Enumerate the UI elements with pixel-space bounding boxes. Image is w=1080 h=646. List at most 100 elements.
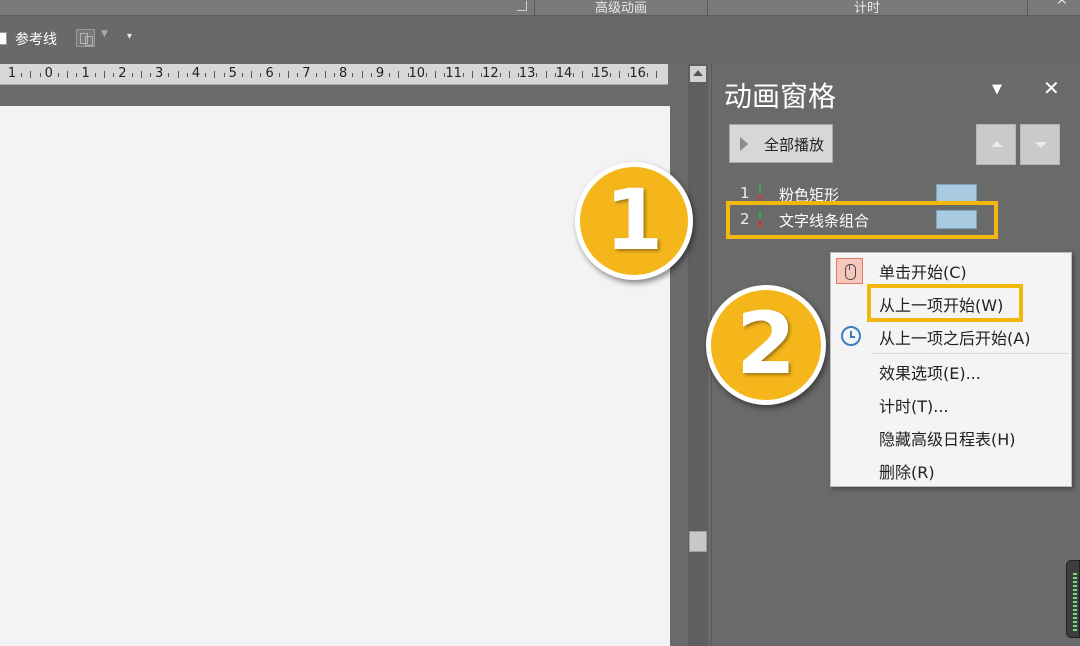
animation-effect-icon xyxy=(759,185,761,202)
menu-item-timing[interactable]: 计时(T)... xyxy=(831,389,1071,419)
close-icon[interactable]: ✕ xyxy=(1043,76,1060,100)
scroll-thumb[interactable] xyxy=(689,531,707,552)
ruler-tick xyxy=(389,73,391,77)
guides-checkbox[interactable] xyxy=(0,32,7,45)
menu-item-hide-advanced-timeline[interactable]: 隐藏高级日程表(H) xyxy=(831,422,1071,452)
highlight-box-item xyxy=(726,201,998,239)
menu-item-label: 隐藏高级日程表(H) xyxy=(879,430,1016,449)
ruler-tick xyxy=(21,73,23,77)
customize-toolbar-icon[interactable]: ▾ xyxy=(127,31,132,42)
menu-item-start-on-click[interactable]: 单击开始(C) xyxy=(831,255,1071,285)
ruler-tick xyxy=(297,73,299,77)
ruler-number: 5 xyxy=(228,66,237,81)
ribbon-group-timing: 计时 xyxy=(853,1,880,16)
ribbon-group-advanced-animation: 高级动画 xyxy=(594,1,647,16)
play-icon xyxy=(740,137,748,151)
ruler-tick xyxy=(435,71,437,78)
ruler-tick xyxy=(288,71,289,78)
ruler-tick xyxy=(472,71,473,78)
ruler-number: 6 xyxy=(265,66,274,81)
ruler-tick xyxy=(177,71,179,78)
ruler-number: 15 xyxy=(592,66,610,81)
ruler-tick xyxy=(370,73,372,77)
ruler-tick xyxy=(251,71,253,78)
ruler-number: 9 xyxy=(375,66,385,81)
ribbon-group-header-strip: 高级动画 计时 ^ xyxy=(0,0,1080,16)
ruler-tick xyxy=(39,73,41,77)
ruler-tick xyxy=(334,73,335,77)
ruler-tick xyxy=(545,71,547,78)
ruler-tick xyxy=(140,71,142,78)
play-all-label: 全部播放 xyxy=(764,136,825,154)
slide-canvas[interactable] xyxy=(0,106,670,646)
play-all-button[interactable]: 全部播放 xyxy=(729,124,833,163)
ruler-tick xyxy=(186,73,188,77)
vertical-scrollbar[interactable] xyxy=(688,64,708,646)
ruler-tick xyxy=(104,71,105,78)
ruler-tick xyxy=(113,73,115,77)
ruler-tick xyxy=(582,71,584,78)
dialog-launcher-icon[interactable] xyxy=(517,1,527,11)
ruler-tick xyxy=(205,73,207,77)
menu-item-label: 效果选项(E)... xyxy=(879,364,981,383)
menu-item-effect-options[interactable]: 效果选项(E)... xyxy=(831,356,1071,386)
ruler-number: 1 xyxy=(7,66,17,81)
callout-badge-1: 1 xyxy=(575,162,693,280)
ruler-tick xyxy=(619,71,621,78)
animation-item-number: 1 xyxy=(740,184,750,202)
ruler-tick xyxy=(610,73,611,77)
ruler-number: 10 xyxy=(408,66,426,81)
ruler-tick xyxy=(168,73,170,77)
move-up-button[interactable] xyxy=(976,124,1016,165)
ruler-tick xyxy=(150,73,151,77)
menu-item-label: 删除(R) xyxy=(879,463,935,482)
menu-item-label: 计时(T)... xyxy=(879,397,949,416)
menu-separator xyxy=(871,353,1069,354)
chevron-down-icon[interactable]: ▼ xyxy=(101,29,108,39)
menu-item-start-after-previous[interactable]: 从上一项之后开始(A) xyxy=(831,321,1071,351)
ruler-tick xyxy=(315,73,317,77)
move-down-button[interactable] xyxy=(1020,124,1060,165)
ruler-tick xyxy=(573,73,575,77)
collapse-ribbon-icon[interactable]: ^ xyxy=(1056,0,1068,14)
menu-item-label: 单击开始(C) xyxy=(879,263,967,282)
horizontal-ruler: 1 0 1 2 3 4 5 6 7 8 9 10 11 12 13 14 15 16 xyxy=(0,64,668,85)
ruler-tick xyxy=(131,73,133,77)
ruler-tick xyxy=(398,71,400,78)
ruler-tick xyxy=(30,71,32,78)
mouse-click-icon xyxy=(836,258,863,284)
ruler-tick xyxy=(324,71,326,78)
ruler-number: 7 xyxy=(302,66,311,81)
ruler-tick xyxy=(536,73,538,77)
arrange-icon[interactable] xyxy=(76,29,95,47)
menu-item-label: 从上一项之后开始(A) xyxy=(879,329,1031,348)
level-meter-bar xyxy=(1073,573,1077,631)
level-meter-widget xyxy=(1066,560,1080,638)
ruler-tick xyxy=(656,71,657,78)
ruler-number: 12 xyxy=(482,66,499,81)
ribbon-view-row: 参考线 ▼ ▾ xyxy=(0,17,1080,64)
pane-title: 动画窗格 xyxy=(724,80,837,113)
ruler-number: 11 xyxy=(445,66,462,81)
pane-options-icon[interactable]: ▼ xyxy=(992,82,1002,97)
ruler-tick xyxy=(242,73,243,77)
ruler-tick xyxy=(499,73,501,77)
ruler-number: 8 xyxy=(339,66,348,81)
ruler-tick xyxy=(426,73,427,77)
menu-item-remove[interactable]: 删除(R) xyxy=(831,455,1071,485)
ruler-tick xyxy=(352,73,354,77)
ruler-tick xyxy=(278,73,280,77)
ruler-number: 4 xyxy=(191,66,201,81)
ruler-tick xyxy=(508,71,510,78)
ruler-tick xyxy=(58,73,59,77)
guides-label: 参考线 xyxy=(15,32,57,48)
ruler-tick xyxy=(223,73,225,77)
ruler-tick xyxy=(94,73,96,77)
callout-badge-2: 2 xyxy=(706,285,826,405)
scroll-up-button[interactable] xyxy=(690,66,706,82)
clock-icon xyxy=(841,326,861,346)
ruler-number: 1 xyxy=(81,66,90,81)
ruler-number: 16 xyxy=(629,66,646,81)
ruler-number: 13 xyxy=(518,66,536,81)
ruler-tick xyxy=(646,73,648,77)
